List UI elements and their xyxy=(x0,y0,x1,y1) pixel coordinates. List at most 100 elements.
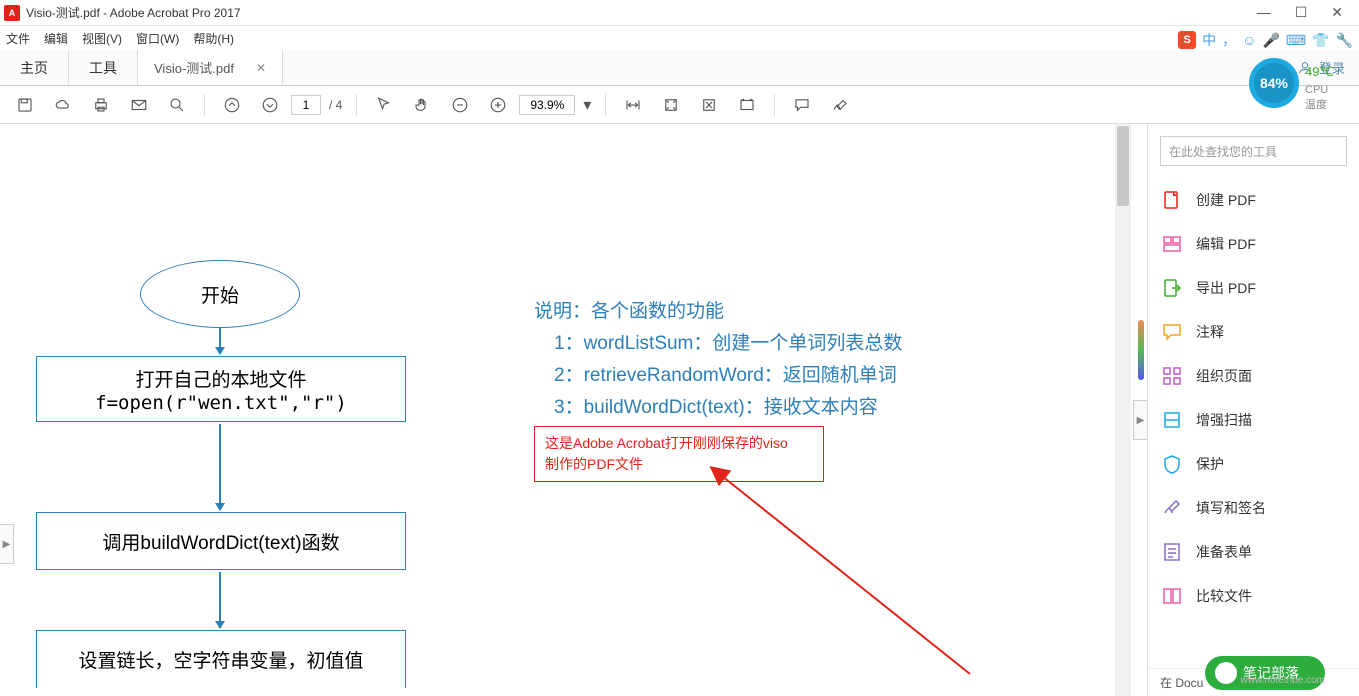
sign-icon xyxy=(1162,498,1182,518)
menu-view[interactable]: 视图(V) xyxy=(82,30,122,47)
mic-icon[interactable]: 🎤 xyxy=(1262,32,1279,49)
search-button[interactable] xyxy=(160,90,194,120)
flow-open-line1: 打开自己的本地文件 xyxy=(135,365,306,392)
tools-search[interactable]: 在此处查找您的工具 xyxy=(1160,136,1347,166)
tool-label: 导出 PDF xyxy=(1196,278,1256,298)
titlebar: A Visio-测试.pdf - Adobe Acrobat Pro 2017 … xyxy=(0,0,1359,26)
tool-label: 增强扫描 xyxy=(1196,410,1252,430)
left-panel-toggle[interactable]: ▶ xyxy=(0,524,14,564)
form-icon xyxy=(1162,542,1182,562)
tool-label: 比较文件 xyxy=(1196,586,1252,606)
tool-label: 注释 xyxy=(1196,322,1224,342)
tool-fill-sign[interactable]: 填写和签名 xyxy=(1148,486,1359,530)
fit-height-button[interactable] xyxy=(692,90,726,120)
create-pdf-icon xyxy=(1162,190,1182,210)
document-scrollbar[interactable] xyxy=(1115,124,1131,696)
tool-label: 填写和签名 xyxy=(1196,498,1266,518)
flow-open-line2: f=open(r"wen.txt","r") xyxy=(95,392,347,414)
document-view[interactable]: ▶ 开始 打开自己的本地文件 f=open(r"wen.txt","r") 调用… xyxy=(0,124,1131,696)
tab-close-icon[interactable]: ✕ xyxy=(256,61,266,75)
perf-cpu-label: CPU温度 xyxy=(1305,84,1328,112)
fit-width-button[interactable] xyxy=(616,90,650,120)
maximize-button[interactable]: ☐ xyxy=(1295,4,1308,21)
tab-tools[interactable]: 工具 xyxy=(69,50,138,85)
protect-icon xyxy=(1162,454,1182,474)
wrench-icon[interactable]: 🔧 xyxy=(1336,32,1353,49)
tab-document-label: Visio-测试.pdf xyxy=(154,58,234,77)
compare-icon xyxy=(1162,586,1182,606)
zoom-in-button[interactable] xyxy=(481,90,515,120)
perf-ring: 84% xyxy=(1249,58,1299,108)
keyboard-icon[interactable]: ⌨ xyxy=(1286,32,1306,49)
emoji-icon[interactable]: ☺ xyxy=(1242,32,1256,48)
tab-home[interactable]: 主页 xyxy=(0,50,69,85)
tool-label: 编辑 PDF xyxy=(1196,234,1256,254)
comment-icon xyxy=(1162,322,1182,342)
menu-help[interactable]: 帮助(H) xyxy=(193,30,234,47)
edit-pdf-icon xyxy=(1162,234,1182,254)
scan-icon xyxy=(1162,410,1182,430)
fit-page-button[interactable] xyxy=(654,90,688,120)
ime-punct[interactable]: ， xyxy=(1222,30,1236,50)
page-down-button[interactable] xyxy=(253,90,287,120)
tab-document[interactable]: Visio-测试.pdf ✕ xyxy=(138,50,283,85)
flow-set: 设置链长，空字符串变量，初值值 xyxy=(36,630,406,688)
print-button[interactable] xyxy=(84,90,118,120)
separator xyxy=(605,94,606,116)
tools-search-placeholder: 在此处查找您的工具 xyxy=(1169,143,1277,160)
page-number-field[interactable] xyxy=(291,95,321,115)
explain-title: 说明：各个函数的功能 xyxy=(534,296,724,328)
tool-edit-pdf[interactable]: 编辑 PDF xyxy=(1148,222,1359,266)
cloud-button[interactable] xyxy=(46,90,80,120)
tool-comment[interactable]: 注释 xyxy=(1148,310,1359,354)
tool-create-pdf[interactable]: 创建 PDF xyxy=(1148,178,1359,222)
side-color-bar xyxy=(1138,320,1144,380)
organize-icon xyxy=(1162,366,1182,386)
tools-sidebar: 在此处查找您的工具 创建 PDF 编辑 PDF 导出 PDF 注释 组织页面 增… xyxy=(1147,124,1359,696)
sign-button[interactable] xyxy=(823,90,857,120)
menu-window[interactable]: 窗口(W) xyxy=(136,30,179,47)
zoom-dropdown[interactable]: ▾ xyxy=(579,90,595,120)
tool-label: 组织页面 xyxy=(1196,366,1252,386)
right-panel-toggle[interactable]: ▶ xyxy=(1133,400,1147,440)
tool-label: 保护 xyxy=(1196,454,1224,474)
save-button[interactable] xyxy=(8,90,42,120)
flow-arrow xyxy=(219,572,221,628)
explain-line2: 2：retrieveRandomWord：返回随机单词 xyxy=(554,360,897,392)
flow-arrow xyxy=(219,328,221,354)
ime-lang[interactable]: 中 xyxy=(1202,30,1216,50)
zoom-out-button[interactable] xyxy=(443,90,477,120)
tool-protect[interactable]: 保护 xyxy=(1148,442,1359,486)
menu-edit[interactable]: 编辑 xyxy=(44,30,68,47)
zoom-field[interactable] xyxy=(519,95,575,115)
explain-line3: 3：buildWordDict(text)：接收文本内容 xyxy=(554,392,878,424)
explain-line1: 1：wordListSum：创建一个单词列表总数 xyxy=(554,328,902,360)
read-mode-button[interactable] xyxy=(730,90,764,120)
app-icon: A xyxy=(4,5,20,21)
separator xyxy=(204,94,205,116)
mail-button[interactable] xyxy=(122,90,156,120)
perf-widget[interactable]: 84% 49℃ CPU温度 xyxy=(1249,58,1299,108)
tool-label: 准备表单 xyxy=(1196,542,1252,562)
select-tool[interactable] xyxy=(367,90,401,120)
page-up-button[interactable] xyxy=(215,90,249,120)
tool-compare[interactable]: 比较文件 xyxy=(1148,574,1359,618)
menu-file[interactable]: 文件 xyxy=(6,30,30,47)
scrollbar-thumb[interactable] xyxy=(1117,126,1129,206)
tool-export-pdf[interactable]: 导出 PDF xyxy=(1148,266,1359,310)
comment-button[interactable] xyxy=(785,90,819,120)
tool-prepare-form[interactable]: 准备表单 xyxy=(1148,530,1359,574)
pin-icon[interactable]: 👕 xyxy=(1312,32,1329,49)
tools-list: 创建 PDF 编辑 PDF 导出 PDF 注释 组织页面 增强扫描 保护 填写和… xyxy=(1148,178,1359,668)
hand-tool[interactable] xyxy=(405,90,439,120)
close-button[interactable]: ✕ xyxy=(1331,4,1343,21)
store-label: 在 Docu xyxy=(1160,674,1203,691)
toolbar: / 4 ▾ xyxy=(0,86,1359,124)
tab-row: 主页 工具 Visio-测试.pdf ✕ 登录 xyxy=(0,50,1359,86)
tool-organize[interactable]: 组织页面 xyxy=(1148,354,1359,398)
ime-tray: S 中 ， ☺ 🎤 ⌨ 👕 🔧 xyxy=(1178,30,1353,50)
minimize-button[interactable]: ― xyxy=(1257,4,1271,21)
page-total-label: / 4 xyxy=(329,98,342,112)
sogou-icon[interactable]: S xyxy=(1178,31,1196,49)
tool-scan[interactable]: 增强扫描 xyxy=(1148,398,1359,442)
